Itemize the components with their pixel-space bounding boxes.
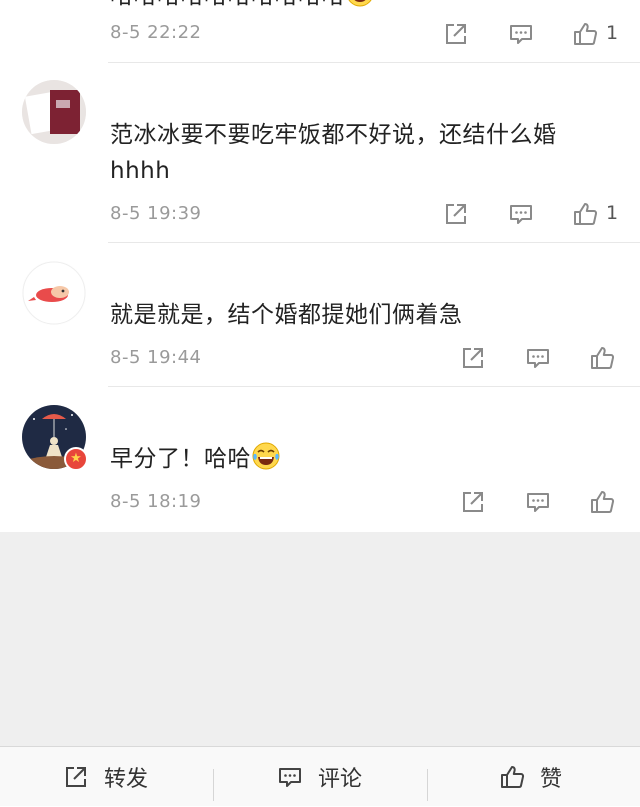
comment-icon[interactable] — [524, 344, 552, 372]
comment-icon — [276, 763, 304, 791]
thumbs-up-icon — [498, 763, 526, 791]
repost-button[interactable]: 转发 — [62, 747, 148, 807]
like-button[interactable] — [588, 488, 616, 516]
share-icon[interactable] — [459, 344, 487, 372]
divider — [108, 386, 640, 387]
comment-text: 就是就是，结个婚都提她们俩着急 — [110, 302, 463, 328]
share-icon[interactable] — [459, 488, 487, 516]
like-label: 赞 — [540, 767, 563, 792]
share-icon[interactable] — [442, 20, 470, 48]
comment-text: 早分了！哈哈 — [110, 441, 610, 477]
comment-time: 8-5 22:22 — [110, 22, 202, 43]
comment-text: 哈哈哈哈哈哈哈哈哈哈 — [110, 0, 610, 14]
divider — [427, 769, 428, 801]
thumbs-up-icon — [588, 344, 616, 372]
divider — [108, 242, 640, 243]
share-icon — [62, 763, 90, 791]
like-button[interactable] — [571, 20, 599, 48]
empty-area — [0, 532, 640, 746]
avatar[interactable] — [22, 80, 86, 144]
divider — [213, 769, 214, 801]
like-button[interactable] — [588, 344, 616, 372]
comment-list: 哈哈哈哈哈哈哈哈哈哈 8-5 22:22 1 范冰冰要不要吃牢饭都不好说，还结什… — [0, 0, 640, 532]
avatar[interactable] — [22, 261, 86, 325]
laughing-emoji-icon — [345, 0, 375, 8]
comment-icon[interactable] — [524, 488, 552, 516]
like-button[interactable]: 赞 — [498, 747, 562, 807]
comment-text: 范冰冰要不要吃牢饭都不好说，还结什么婚hhhh — [110, 122, 557, 184]
repost-label: 转发 — [104, 767, 149, 792]
thumbs-up-icon — [588, 488, 616, 516]
comment-button[interactable]: 评论 — [276, 747, 362, 807]
share-icon[interactable] — [442, 200, 470, 228]
divider — [108, 62, 640, 63]
comment-label: 评论 — [318, 767, 363, 792]
like-count: 1 — [606, 22, 619, 44]
comment-time: 8-5 19:44 — [110, 347, 202, 368]
like-count: 1 — [606, 202, 619, 224]
comment-icon[interactable] — [507, 200, 535, 228]
thumbs-up-icon — [571, 200, 599, 228]
laughing-emoji-icon — [251, 441, 281, 471]
bottom-action-bar: 转发 评论 赞 — [0, 746, 640, 806]
comment-time: 8-5 19:39 — [110, 203, 202, 224]
thumbs-up-icon — [571, 20, 599, 48]
like-button[interactable] — [571, 200, 599, 228]
vip-badge-icon: ★ — [64, 447, 88, 471]
comment-icon[interactable] — [507, 20, 535, 48]
comment-time: 8-5 18:19 — [110, 491, 202, 512]
